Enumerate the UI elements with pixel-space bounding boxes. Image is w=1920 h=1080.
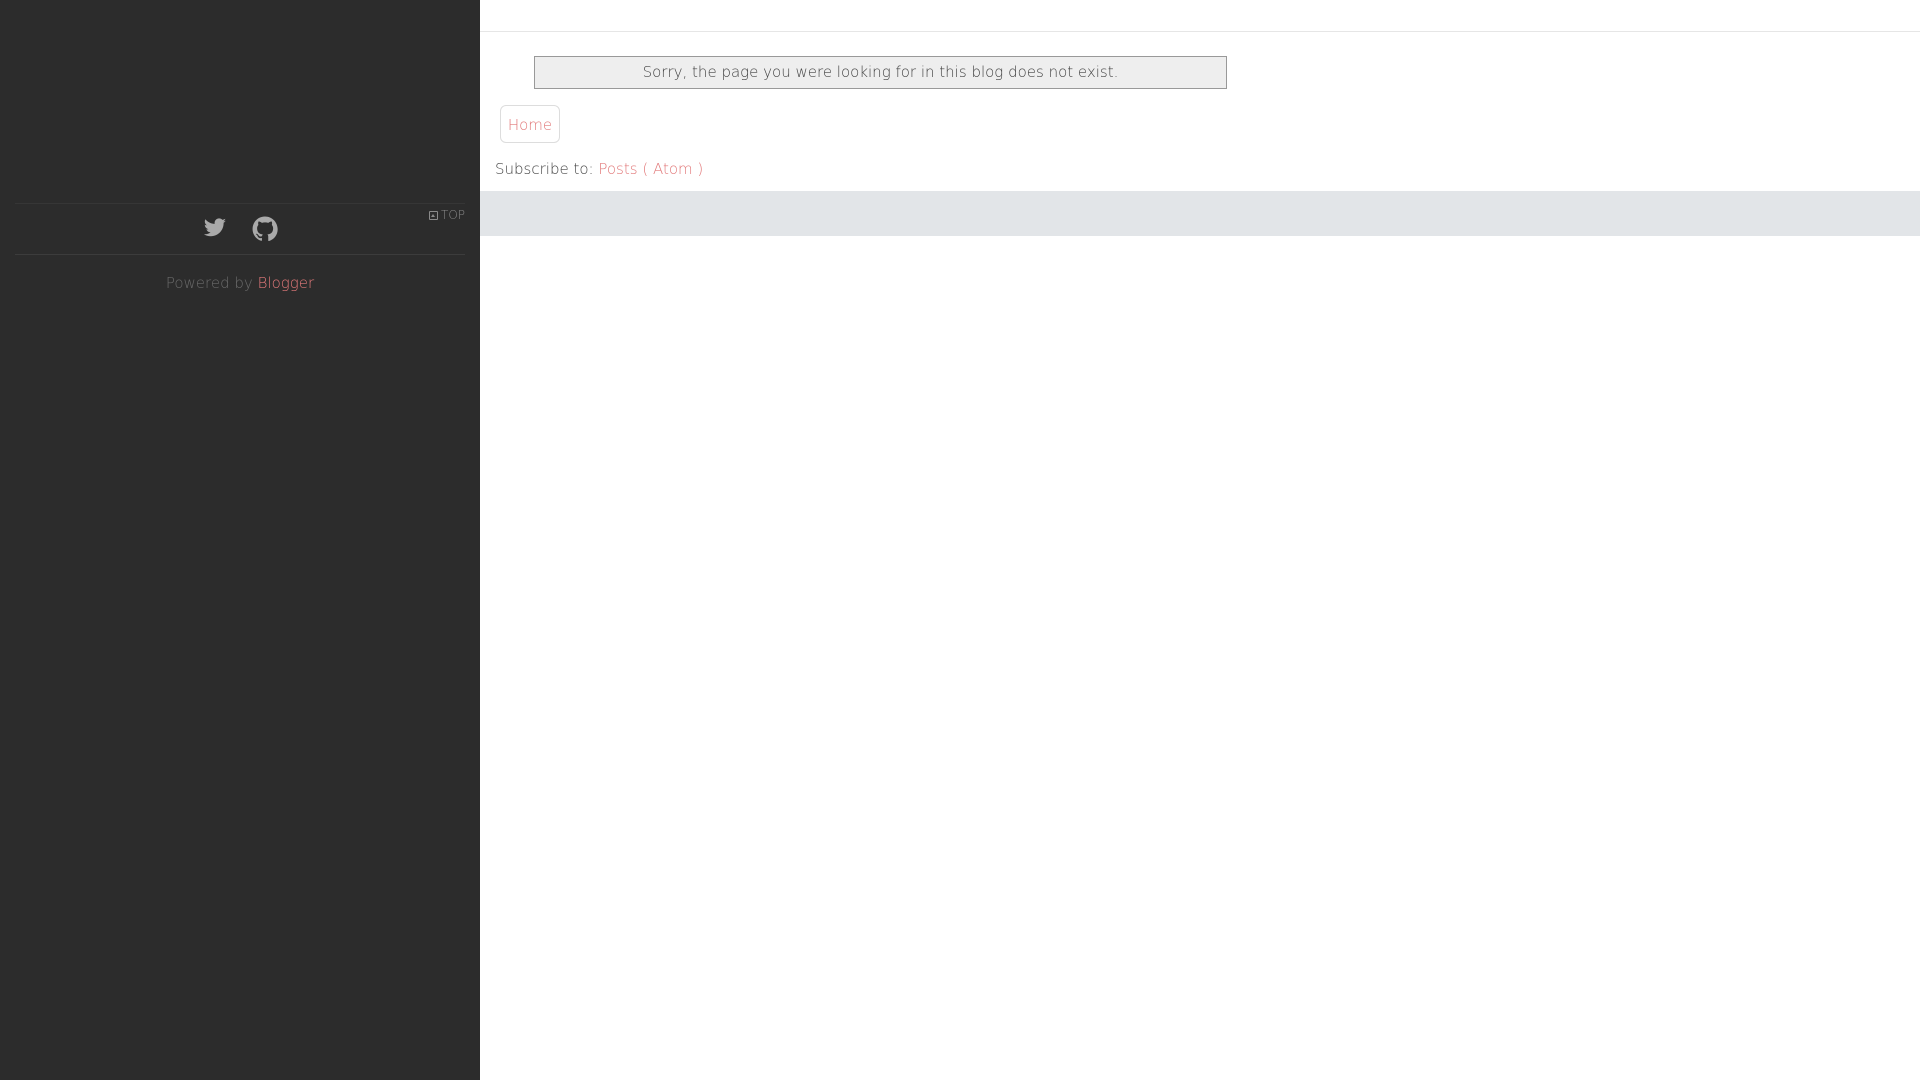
powered-by: Powered by Blogger — [0, 274, 480, 292]
blogger-link[interactable]: Blogger — [258, 274, 315, 292]
github-icon[interactable] — [252, 216, 278, 242]
social-icons — [15, 216, 465, 242]
sidebar: TOP Powered by Blogger — [0, 0, 480, 1080]
powered-by-prefix: Powered by — [165, 274, 253, 292]
main-content: Sorry, the page you were looking for in … — [480, 0, 1920, 1080]
top-bar — [480, 0, 1920, 32]
subscribe-line: Subscribe to: Posts ( Atom ) — [495, 160, 703, 178]
sidebar-social-bar: TOP — [15, 203, 465, 255]
footer-band — [480, 191, 1920, 236]
home-button[interactable]: Home — [500, 105, 560, 143]
error-message: Sorry, the page you were looking for in … — [534, 56, 1227, 89]
posts-atom-feed-link[interactable]: Posts ( Atom ) — [598, 160, 703, 178]
subscribe-label: Subscribe to: — [495, 160, 594, 178]
twitter-icon[interactable] — [202, 216, 228, 242]
